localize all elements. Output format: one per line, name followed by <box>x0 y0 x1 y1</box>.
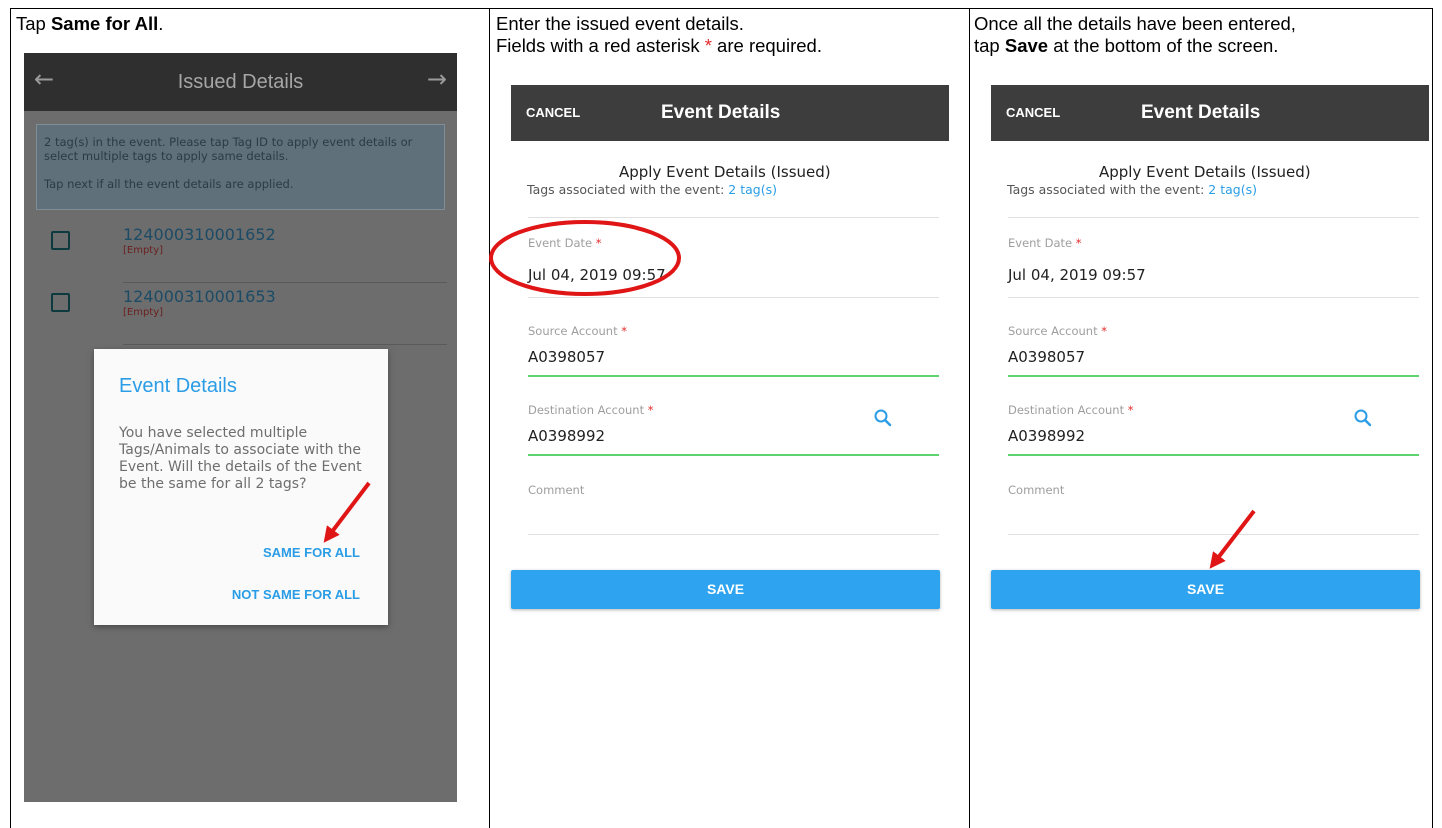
step2-caption-prefix: Fields with a red asterisk <box>496 35 705 56</box>
arrow-right-icon[interactable]: → <box>427 65 447 93</box>
info-panel: 2 tag(s) in the event. Please tap Tag ID… <box>36 124 445 210</box>
info-text-line1: 2 tag(s) in the event. Please tap Tag ID… <box>44 135 413 149</box>
comment-label: Comment <box>1008 483 1065 497</box>
tags-associated-label: Tags associated with the event: <box>527 182 729 197</box>
required-asterisk: * <box>595 236 602 250</box>
event-date-field[interactable]: Jul 04, 2019 09:57 <box>528 266 666 284</box>
tags-count-link[interactable]: 2 tag(s) <box>1208 182 1257 197</box>
field-underline <box>1008 454 1419 456</box>
step3-caption-bold: Save <box>1004 35 1049 56</box>
step3-caption-prefix: tap <box>974 35 1005 56</box>
screen-title: Event Details <box>1141 102 1261 123</box>
divider <box>528 297 939 298</box>
event-date-label-text: Event Date <box>1008 236 1073 250</box>
apply-heading: Apply Event Details (Issued) <box>1099 163 1311 181</box>
screen-title: Event Details <box>661 102 781 123</box>
tag-id-link[interactable]: 124000310001652 <box>123 225 276 244</box>
tags-associated-text: Tags associated with the event: 2 tag(s) <box>527 182 777 197</box>
save-button[interactable]: SAVE <box>511 570 940 609</box>
tags-associated-text: Tags associated with the event: 2 tag(s) <box>1007 182 1257 197</box>
destination-account-field[interactable]: A0398992 <box>1008 427 1085 445</box>
destination-account-label: Destination Account * <box>1008 403 1133 417</box>
step2-caption-suffix: are required. <box>711 35 822 56</box>
destination-account-field[interactable]: A0398992 <box>528 427 605 445</box>
search-icon[interactable] <box>873 408 893 428</box>
field-underline <box>528 454 939 456</box>
table-right-border <box>1432 8 1433 828</box>
list-item[interactable]: 124000310001653 [Empty] <box>24 283 457 345</box>
issued-details-screen: ← Issued Details → 2 tag(s) in the event… <box>24 53 457 802</box>
step3-caption-line2: tap Save at the bottom of the screen. <box>974 35 1278 57</box>
search-icon[interactable] <box>1353 408 1373 428</box>
required-asterisk: * <box>1127 403 1134 417</box>
source-account-field[interactable]: A0398057 <box>1008 348 1085 366</box>
table-top-border <box>10 8 1433 9</box>
tag-checkbox[interactable] <box>51 293 70 312</box>
cancel-button[interactable]: CANCEL <box>526 105 580 120</box>
field-underline <box>1008 375 1419 377</box>
source-account-field[interactable]: A0398057 <box>528 348 605 366</box>
event-date-field[interactable]: Jul 04, 2019 09:57 <box>1008 266 1146 284</box>
tag-checkbox[interactable] <box>51 231 70 250</box>
app-bar: CANCEL Event Details <box>511 85 949 141</box>
source-account-label-text: Source Account <box>528 324 618 338</box>
screen-title: Issued Details <box>177 71 304 93</box>
required-asterisk: * <box>704 35 712 56</box>
required-asterisk: * <box>1075 236 1082 250</box>
destination-account-label-text: Destination Account <box>528 403 645 417</box>
info-text-line3: Tap next if all the event details are ap… <box>44 177 294 191</box>
source-account-label: Source Account * <box>528 324 627 338</box>
list-item[interactable]: 124000310001652 [Empty] <box>24 221 457 283</box>
step3-caption-suffix: at the bottom of the screen. <box>1048 35 1279 56</box>
field-underline <box>528 375 939 377</box>
step1-caption-bold: Same for All <box>50 13 159 34</box>
step2-caption-line2: Fields with a red asterisk * are require… <box>496 35 822 57</box>
comment-field[interactable] <box>1008 534 1419 535</box>
tags-associated-label: Tags associated with the event: <box>1007 182 1209 197</box>
tag-id-link[interactable]: 124000310001653 <box>123 287 276 306</box>
table-divider-2 <box>969 8 970 828</box>
divider <box>1008 217 1419 218</box>
divider <box>528 217 939 218</box>
same-for-all-button[interactable]: SAME FOR ALL <box>263 545 360 560</box>
step1-caption-suffix: . <box>158 13 164 34</box>
source-account-label-text: Source Account <box>1008 324 1098 338</box>
app-bar: CANCEL Event Details <box>991 85 1429 141</box>
save-button[interactable]: SAVE <box>991 570 1420 609</box>
info-text-line2: select multiple tags to apply same detai… <box>44 149 289 163</box>
tags-count-link[interactable]: 2 tag(s) <box>728 182 777 197</box>
destination-account-label-text: Destination Account <box>1008 403 1125 417</box>
tag-status: [Empty] <box>123 245 164 256</box>
required-asterisk: * <box>1101 324 1107 338</box>
divider <box>1008 297 1419 298</box>
table-left-border <box>10 8 11 828</box>
apply-heading: Apply Event Details (Issued) <box>619 163 831 181</box>
destination-account-label: Destination Account * <box>528 403 653 417</box>
event-details-dialog: Event Details You have selected multiple… <box>94 349 388 625</box>
annotation-arrow-save <box>1209 509 1256 569</box>
step3-caption-line1: Once all the details have been entered, <box>974 13 1296 34</box>
event-date-label: Event Date * <box>1008 236 1082 250</box>
not-same-for-all-button[interactable]: NOT SAME FOR ALL <box>232 587 360 602</box>
dialog-message: You have selected multiple Tags/Animals … <box>119 425 362 492</box>
step1-caption-prefix: Tap <box>16 13 51 34</box>
event-date-label: Event Date * <box>528 236 602 250</box>
step1-caption: Tap Same for All. <box>16 13 163 35</box>
comment-field[interactable] <box>528 534 939 535</box>
cancel-button[interactable]: CANCEL <box>1006 105 1060 120</box>
event-date-label-text: Event Date <box>528 236 593 250</box>
app-bar: ← Issued Details → <box>24 53 457 111</box>
source-account-label: Source Account * <box>1008 324 1107 338</box>
dialog-title: Event Details <box>119 375 237 397</box>
table-divider-1 <box>489 8 490 828</box>
required-asterisk: * <box>621 324 627 338</box>
divider <box>123 344 447 345</box>
tag-status: [Empty] <box>123 307 164 318</box>
comment-label: Comment <box>528 483 585 497</box>
save-button-label: SAVE <box>706 581 745 597</box>
required-asterisk: * <box>647 403 654 417</box>
save-button-label: SAVE <box>1186 581 1225 597</box>
step2-caption-line1: Enter the issued event details. <box>496 13 744 34</box>
